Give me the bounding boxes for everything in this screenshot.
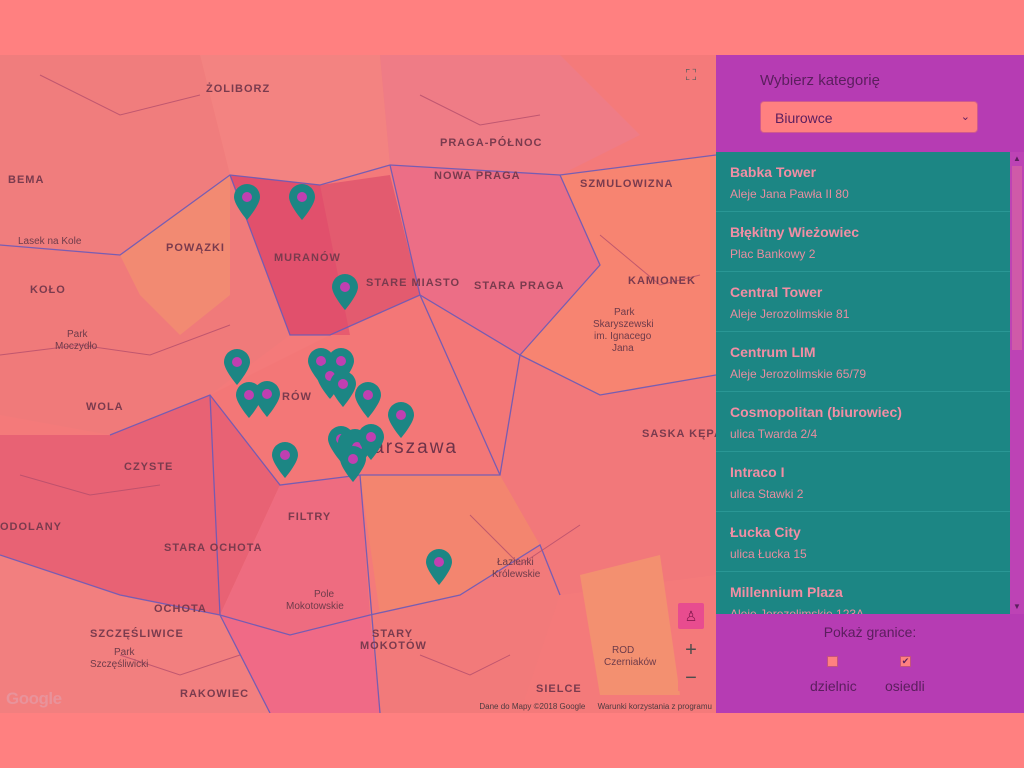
category-header: Wybierz kategorię [760,72,880,89]
list-item[interactable]: Central Tower Aleje Jerozolimskie 81 [716,272,1010,332]
place-label: Park [67,329,88,340]
building-list[interactable]: Babka Tower Aleje Jana Pawła II 80 Błękitn… [716,152,1010,614]
district-label: NOWA PRAGA [434,170,521,182]
terms-link[interactable]: Warunki korzystania z programu [598,702,712,711]
building-name: Intraco I [730,464,785,480]
list-item[interactable]: Babka Tower Aleje Jana Pawła II 80 [716,152,1010,212]
district-label: MOKOTÓW [360,640,427,652]
zoom-in-button[interactable]: + [678,637,704,663]
building-address: ulica Stawki 2 [730,487,804,501]
district-label: KOŁO [30,284,66,296]
building-name: Cosmopolitan (biurowiec) [730,404,902,420]
map-marker-icon[interactable] [252,380,282,418]
place-label: im. Ignacego [594,331,652,342]
app: ŻOLIBORZ PRAGA-PÓŁNOC NOWA PRAGA SZMULOW… [0,55,1024,713]
place-label: ROD [612,645,635,656]
list-item[interactable]: Łucka City ulica Łucka 15 [716,512,1010,572]
google-logo: Google [6,689,62,708]
category-select-value: Biurowce [775,110,833,126]
map-marker-icon[interactable] [386,401,416,439]
district-label: ODOLANY [0,521,62,533]
list-scrollbar[interactable]: ▲ ▼ [1010,152,1024,614]
district-label: CZYSTE [124,461,174,473]
district-label: MURANÓW [274,252,341,264]
district-label: SZCZĘŚLIWICE [90,628,184,640]
district-label: BEMA [8,174,45,186]
place-label: Park [614,307,635,318]
place-label: Mokotowskie [286,601,344,612]
map-marker-icon[interactable] [232,183,262,221]
district-label: SASKA KĘPA [642,428,716,440]
districts-checkbox-label[interactable]: dzielnic [810,678,857,694]
estates-checkbox[interactable]: ✔ [900,656,911,667]
building-address: Plac Bankowy 2 [730,247,816,261]
place-label: Pole [314,589,335,600]
district-label: POWĄZKI [166,242,225,254]
district-label: SIELCE [536,683,582,695]
district-label: RÓW [282,391,312,403]
list-item[interactable]: Intraco I ulica Stawki 2 [716,452,1010,512]
map-data-credit: Dane do Mapy ©2018 Google [479,702,586,711]
district-label: KAMIONEK [628,275,696,287]
district-label: ŻOLIBORZ [206,83,271,95]
map-marker-icon[interactable] [287,183,317,221]
scroll-down-icon[interactable]: ▼ [1010,600,1024,614]
building-name: Błękitny Wieżowiec [730,224,860,240]
list-item[interactable]: Centrum LIM Aleje Jerozolimskie 65/79 [716,332,1010,392]
place-label: Szczęśliwicki [90,659,149,670]
zoom-out-button[interactable]: − [678,665,704,691]
district-label: SZMULOWIZNA [580,178,674,190]
district-label: WOLA [86,401,124,413]
district-label: STARY [372,628,414,640]
map-marker-icon[interactable] [424,548,454,586]
scrollbar-thumb[interactable] [1012,166,1022,350]
building-name: Centrum LIM [730,344,816,360]
map-marker-icon[interactable] [330,273,360,311]
map-marker-icon[interactable] [338,445,368,483]
districts-checkbox[interactable] [827,656,838,667]
map-marker-icon[interactable] [270,441,300,479]
building-name: Central Tower [730,284,823,300]
estates-checkbox-label[interactable]: osiedli [885,678,925,694]
place-label: Czerniaków [604,657,657,668]
list-item[interactable]: Cosmopolitan (biurowiec) ulica Twarda 2/4 [716,392,1010,452]
place-label: Skaryszewski [593,319,654,330]
building-name: Babka Tower [730,164,817,180]
map-marker-icon[interactable] [353,381,383,419]
place-label: Łazienki [497,557,534,568]
district-label: OCHOTA [154,603,207,615]
district-label: STARA OCHOTA [164,542,263,554]
district-label: STARA PRAGA [474,280,565,292]
district-label: STARE MIASTO [366,277,461,289]
list-item[interactable]: Błękitny Wieżowiec Plac Bankowy 2 [716,212,1010,272]
place-label: Moczydło [55,341,98,352]
boundaries-label: Pokaż granice: [823,624,917,640]
sidebar: Wybierz kategorię Biurowce ⌄ Babka Tower… [716,55,1024,713]
building-address: Aleje Jerozolimskie 65/79 [730,367,867,381]
fullscreen-icon[interactable]: ⛶ [680,65,702,87]
map[interactable]: ŻOLIBORZ PRAGA-PÓŁNOC NOWA PRAGA SZMULOW… [0,55,716,713]
district-label: RAKOWIEC [180,688,250,700]
building-address: ulica Łucka 15 [730,547,807,561]
building-name: Millennium Plaza [730,584,843,600]
place-label: Park [114,647,135,658]
place-label: Królewskie [492,569,541,580]
chevron-down-icon: ⌄ [960,111,970,123]
street-view-pegman-icon[interactable]: ♙ [678,603,704,629]
place-label: Lasek na Kole [18,236,82,247]
building-name: Łucka City [730,524,801,540]
place-label: Jana [612,343,634,354]
building-address: Aleje Jana Pawła II 80 [730,187,849,201]
building-address: Aleje Jerozolimskie 123A [730,607,865,614]
building-address: ulica Twarda 2/4 [730,427,818,441]
building-address: Aleje Jerozolimskie 81 [730,307,850,321]
district-label: PRAGA-PÓŁNOC [440,137,543,149]
list-item[interactable]: Millennium Plaza Aleje Jerozolimskie 123A [716,572,1010,614]
district-label: FILTRY [288,511,332,523]
scroll-up-icon[interactable]: ▲ [1010,152,1024,166]
category-select[interactable]: Biurowce ⌄ [760,101,978,133]
map-attribution: Dane do Mapy ©2018 Google Warunki korzys… [469,702,712,711]
